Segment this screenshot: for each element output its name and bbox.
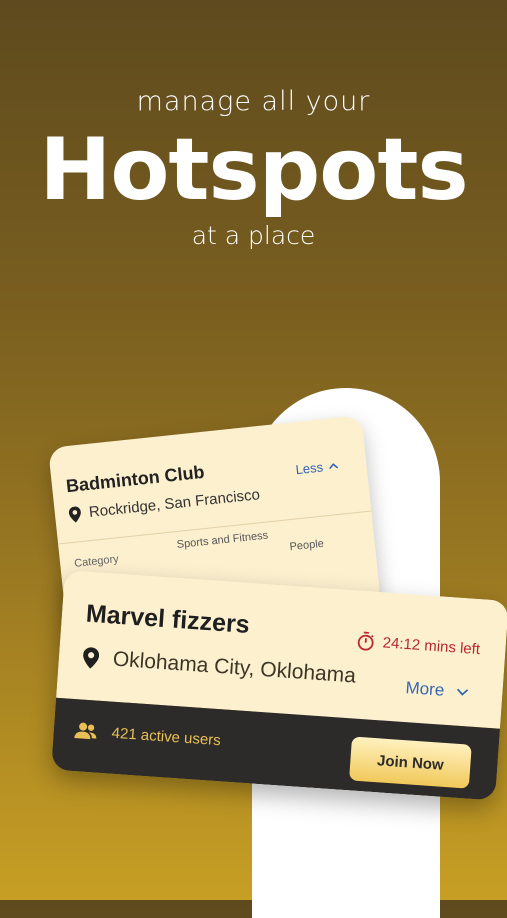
users-icon <box>73 721 98 741</box>
less-label: Less <box>294 459 324 478</box>
less-toggle[interactable]: Less <box>295 458 340 477</box>
tagline-top: manage all your <box>136 86 371 117</box>
people-label: People <box>289 537 325 554</box>
more-toggle[interactable]: More <box>405 678 469 702</box>
category-label: Category <box>73 553 120 570</box>
stopwatch-icon <box>356 631 375 652</box>
more-label: More <box>404 678 445 700</box>
category-value: Sports and Fitness <box>176 529 269 552</box>
card-title: Badminton Club <box>65 461 206 497</box>
location-pin-icon <box>68 505 82 522</box>
hotspot-card-marvel[interactable]: Marvel fizzers 24:12 mins left Oklohama … <box>51 570 507 801</box>
join-now-button[interactable]: Join Now <box>349 736 472 789</box>
location-pin-icon <box>82 646 100 669</box>
headline: Hotspots <box>39 120 468 220</box>
chevron-up-icon <box>329 462 340 470</box>
chevron-down-icon <box>456 688 469 697</box>
tagline-bottom: at a place <box>191 221 316 250</box>
